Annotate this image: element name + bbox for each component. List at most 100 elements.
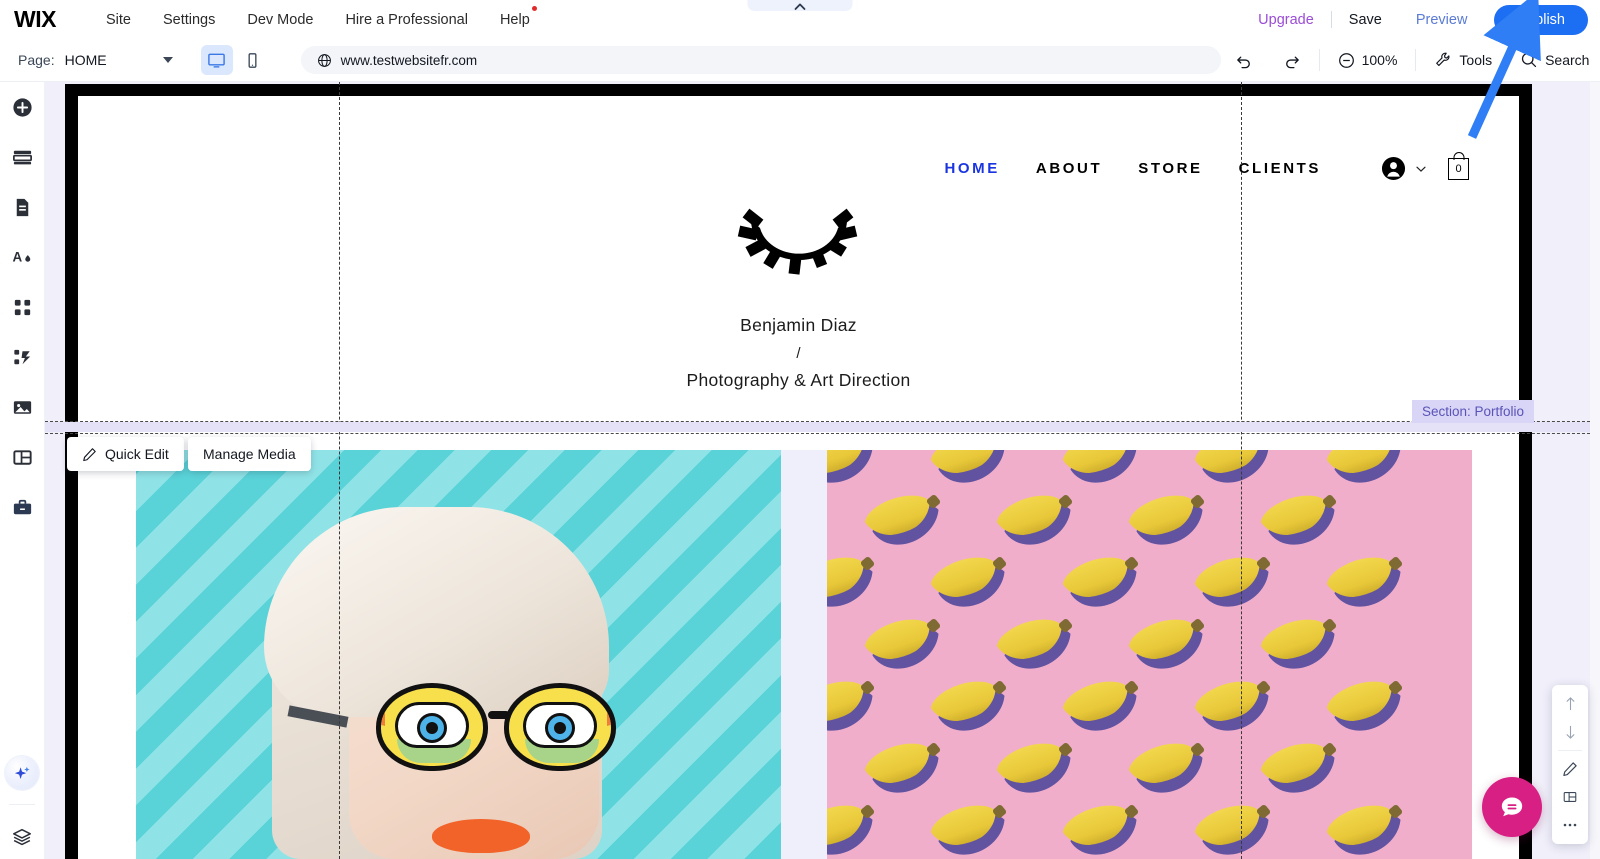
save-button[interactable]: Save	[1332, 12, 1399, 28]
cart-button[interactable]: 0	[1448, 151, 1469, 180]
menu-item-dev-mode[interactable]: Dev Mode	[231, 12, 329, 28]
banana-pattern-item	[1259, 742, 1333, 786]
change-section-layout-button[interactable]	[1552, 783, 1588, 811]
editor-canvas: HOME ABOUT STORE CLIENTS 0 Benjamin Diaz…	[45, 82, 1600, 859]
device-toggle	[200, 45, 269, 75]
banana-pattern-item	[1325, 680, 1399, 724]
sidebar-item-integrations[interactable]	[0, 332, 45, 382]
portfolio-section	[78, 450, 1519, 859]
preview-button[interactable]: Preview	[1399, 12, 1485, 28]
more-options-button[interactable]	[1552, 811, 1588, 839]
edit-section-design-button[interactable]	[1552, 755, 1588, 783]
drawn-eye-left	[395, 702, 469, 748]
top-bar-actions: Upgrade Save Preview Publish	[1241, 4, 1600, 35]
zoom-control[interactable]: 100%	[1324, 52, 1412, 69]
desktop-view-button[interactable]	[200, 45, 233, 75]
shopping-bag-icon	[1453, 151, 1464, 160]
wix-logo[interactable]: WIX	[14, 6, 56, 33]
portfolio-image-bananas[interactable]	[827, 450, 1472, 859]
banana-pattern-item	[863, 742, 937, 786]
sidebar-item-media[interactable]	[0, 382, 45, 432]
banana-pattern-item	[827, 680, 871, 724]
sidebar-item-site-design[interactable]: A	[0, 232, 45, 282]
divider	[1558, 750, 1582, 751]
banana-pattern-item	[827, 450, 871, 476]
site-navigation: HOME ABOUT STORE CLIENTS 0	[926, 151, 1469, 181]
banana-pattern-item	[863, 618, 937, 662]
publish-button[interactable]: Publish	[1494, 4, 1588, 35]
mobile-view-button[interactable]	[237, 45, 269, 75]
glasses-lens-right	[504, 683, 616, 771]
portfolio-tile-gap	[781, 450, 827, 859]
cartoon-glasses	[287, 675, 646, 775]
briefcase-icon	[13, 499, 31, 514]
page-selector[interactable]: Page: HOME	[0, 52, 173, 68]
page-icon	[16, 198, 28, 216]
sidebar-item-app-market[interactable]	[0, 282, 45, 332]
iris	[545, 713, 575, 743]
sidebar-item-layers[interactable]	[0, 815, 45, 859]
portfolio-image-portrait[interactable]	[136, 450, 781, 859]
apps-grid-icon	[14, 299, 30, 315]
search-icon	[1521, 52, 1537, 68]
section-label-portfolio[interactable]: Section: Portfolio	[1412, 400, 1535, 423]
sidebar-item-add-elements[interactable]	[0, 82, 45, 132]
divider	[1318, 49, 1320, 71]
iris	[417, 713, 447, 743]
site-url-bar[interactable]: www.testwebsitefr.com	[300, 46, 1221, 74]
manage-media-label: Manage Media	[203, 446, 296, 462]
layout-guide-right	[1241, 82, 1242, 859]
site-preview: HOME ABOUT STORE CLIENTS 0 Benjamin Diaz…	[78, 96, 1519, 859]
sections-icon	[12, 150, 32, 164]
pupil	[426, 722, 438, 734]
page-selector-value: HOME	[64, 52, 107, 68]
section-highlight-band	[45, 422, 1600, 432]
banana-pattern-item	[1259, 494, 1333, 538]
site-nav-home[interactable]: HOME	[926, 160, 1017, 177]
chevron-up-icon	[794, 3, 806, 10]
banana-pattern-item	[929, 804, 1003, 848]
sidebar-item-pages[interactable]	[0, 182, 45, 232]
chat-support-button[interactable]	[1482, 777, 1542, 837]
chat-bubble-icon	[1501, 797, 1523, 817]
banana-pattern-item	[1193, 804, 1267, 848]
manage-media-button[interactable]: Manage Media	[188, 437, 311, 471]
zoom-out-icon	[1338, 52, 1354, 68]
redo-button[interactable]	[1268, 51, 1315, 70]
collapse-topbar-tab[interactable]	[747, 0, 853, 11]
undo-icon	[1236, 56, 1250, 68]
lips-shape	[432, 819, 530, 853]
search-label: Search	[1545, 52, 1590, 68]
move-section-down-button[interactable]	[1552, 718, 1588, 746]
tools-button[interactable]: Tools	[1420, 51, 1506, 69]
upgrade-button[interactable]: Upgrade	[1241, 12, 1331, 28]
banana-pattern-item	[1193, 556, 1267, 600]
quick-edit-button[interactable]: Quick Edit	[67, 437, 184, 471]
wrench-icon	[1436, 52, 1450, 66]
glasses-wing-left	[381, 694, 385, 726]
menu-item-help-label: Help	[499, 11, 530, 28]
menu-item-help[interactable]: Help	[484, 5, 546, 28]
banana-pattern-item	[929, 680, 1003, 724]
site-nav-clients[interactable]: CLIENTS	[1221, 160, 1339, 177]
account-avatar-icon	[1381, 156, 1406, 181]
banana-pattern-item	[1325, 450, 1399, 476]
undo-button[interactable]	[1221, 51, 1268, 70]
section-float-toolbar	[1552, 685, 1588, 844]
sidebar-item-cms-content[interactable]	[0, 432, 45, 482]
banana-pattern-item	[1193, 680, 1267, 724]
menu-item-site[interactable]: Site	[90, 12, 147, 28]
site-frame-border: HOME ABOUT STORE CLIENTS 0 Benjamin Diaz…	[65, 84, 1532, 859]
menu-item-settings[interactable]: Settings	[147, 12, 231, 28]
move-section-up-button[interactable]	[1552, 690, 1588, 718]
banana-pattern-item	[827, 556, 871, 600]
search-button[interactable]: Search	[1506, 51, 1600, 69]
quick-edit-label: Quick Edit	[105, 446, 169, 462]
site-nav-store[interactable]: STORE	[1120, 160, 1220, 177]
menu-item-hire-a-professional[interactable]: Hire a Professional	[329, 12, 484, 28]
mobile-icon	[248, 52, 257, 68]
site-nav-about[interactable]: ABOUT	[1018, 160, 1120, 177]
sidebar-item-add-section[interactable]	[0, 132, 45, 182]
sidebar-item-business-tools[interactable]	[0, 482, 45, 532]
ai-assistant-button[interactable]	[5, 756, 39, 790]
